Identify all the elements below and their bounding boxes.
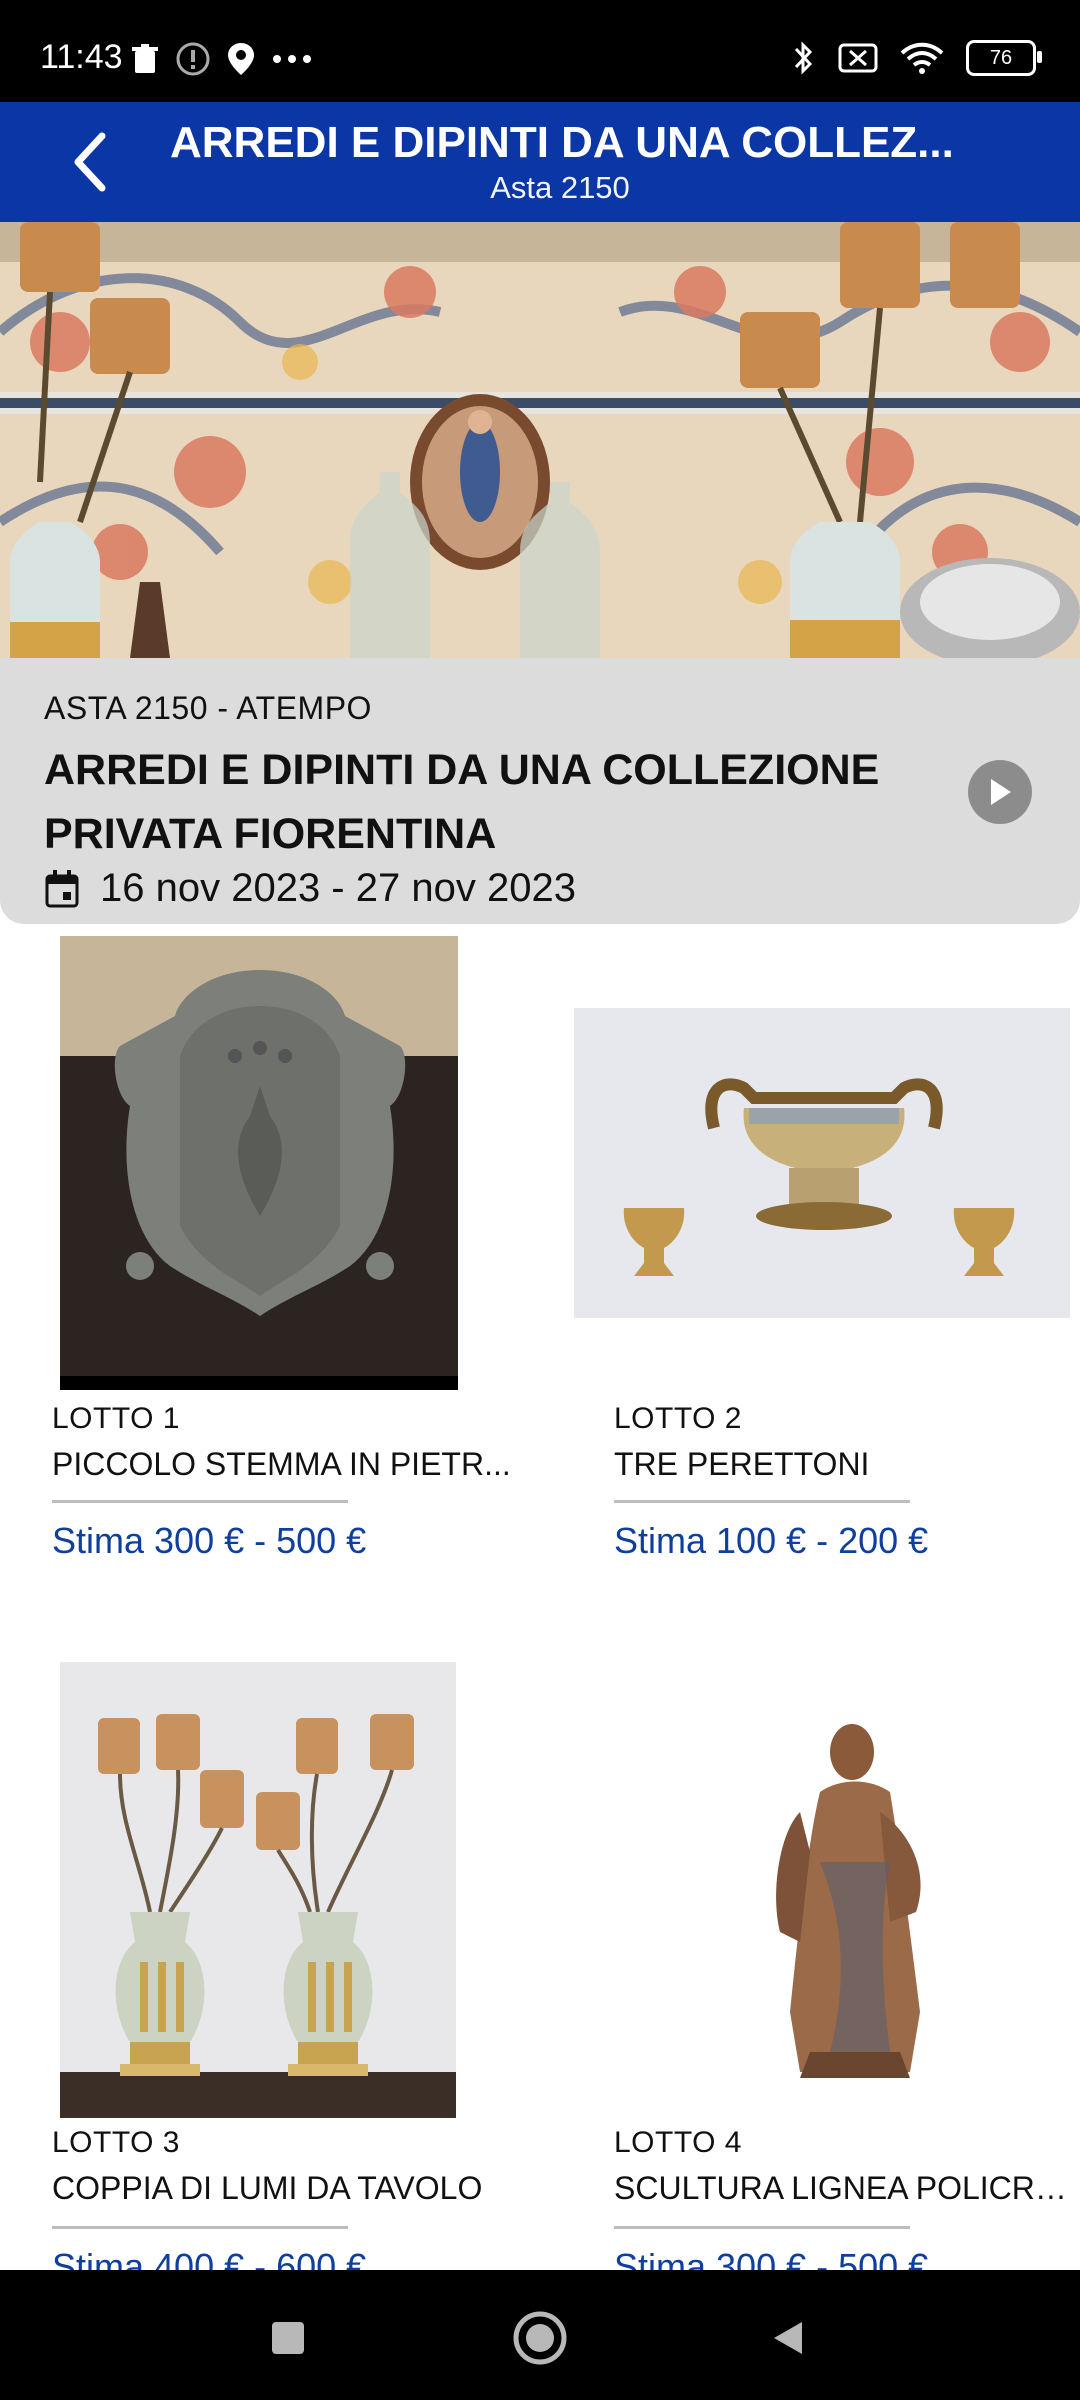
wooden-sculpture-image	[740, 1712, 960, 2092]
play-icon	[991, 779, 1011, 805]
auction-dates: 16 nov 2023 - 27 nov 2023	[44, 866, 576, 911]
home-circle-icon	[513, 2311, 567, 2365]
home-button[interactable]	[510, 2308, 570, 2368]
lot-image[interactable]	[60, 936, 458, 1390]
trash-notification-icon	[132, 44, 158, 73]
square-icon	[272, 2322, 304, 2354]
lot-number: LOTTO 4	[614, 2126, 742, 2159]
play-button[interactable]	[968, 760, 1032, 824]
divider	[52, 2226, 348, 2229]
lot-card[interactable]: LOTTO 3 COPPIA DI LUMI DA TAVOLO Stima 4…	[0, 1650, 540, 2287]
divider	[614, 2226, 910, 2229]
auction-title: ARREDI E DIPINTI DA UNA COLLEZIONE PRIVA…	[44, 746, 880, 858]
vases-image	[574, 1008, 1070, 1318]
more-dots-icon	[273, 55, 311, 63]
divider	[52, 1500, 348, 1503]
app-bar: ARREDI E DIPINTI DA UNA COLLEZ... Asta 2…	[0, 102, 1080, 222]
lot-title: TRE PERETTONI	[614, 1446, 870, 1482]
lot-number: LOTTO 3	[52, 2126, 180, 2159]
location-icon	[228, 43, 254, 75]
auction-info-card[interactable]: ASTA 2150 - ATEMPO ARREDI E DIPINTI DA U…	[0, 658, 1080, 924]
recents-button[interactable]	[258, 2308, 318, 2368]
auction-date-range: 16 nov 2023 - 27 nov 2023	[100, 866, 576, 910]
page-title: ARREDI E DIPINTI DA UNA COLLEZ...	[170, 118, 954, 167]
status-bar: 11:43 76	[0, 0, 1080, 102]
bluetooth-icon	[794, 41, 813, 75]
lot-image[interactable]	[740, 1712, 960, 2092]
lot-card[interactable]: LOTTO 4 SCULTURA LIGNEA POLICRO... Stima…	[540, 1650, 1080, 2287]
lot-title: COPPIA DI LUMI DA TAVOLO	[52, 2170, 483, 2206]
stone-crest-image	[60, 936, 458, 1390]
lot-estimate: Stima 100 € - 200 €	[614, 1520, 929, 1561]
table-lamps-image	[60, 1662, 456, 2118]
status-icons-right: 76	[792, 40, 1042, 76]
back-nav-button[interactable]	[758, 2308, 818, 2368]
battery-level: 76	[989, 46, 1013, 69]
lot-number: LOTTO 1	[52, 1402, 180, 1435]
lot-card[interactable]: LOTTO 1 PICCOLO STEMMA IN PIETR... Stima…	[0, 924, 540, 1624]
sim-off-icon	[838, 43, 878, 73]
triangle-back-icon	[774, 2322, 802, 2354]
lot-image[interactable]	[574, 1008, 1070, 1318]
lot-number: LOTTO 2	[614, 1402, 742, 1435]
calendar-icon	[45, 869, 79, 907]
lot-title: PICCOLO STEMMA IN PIETR...	[52, 1446, 511, 1482]
auction-kicker: ASTA 2150 - ATEMPO	[44, 690, 372, 726]
system-navigation-bar	[0, 2270, 1080, 2400]
lot-image[interactable]	[60, 1662, 456, 2118]
alert-notification-icon	[176, 42, 210, 76]
auction-hero-image	[0, 222, 1080, 658]
wifi-icon	[900, 42, 944, 74]
status-icons-left	[132, 42, 312, 76]
lot-card[interactable]: LOTTO 2 TRE PERETTONI Stima 100 € - 200 …	[540, 924, 1080, 1624]
divider	[614, 1500, 910, 1503]
fresco-illustration	[0, 222, 1080, 658]
lot-estimate: Stima 300 € - 500 €	[52, 1520, 367, 1561]
status-time: 11:43	[40, 38, 123, 76]
lot-title: SCULTURA LIGNEA POLICRO...	[614, 2170, 1074, 2206]
battery-indicator: 76	[966, 40, 1042, 76]
page-subtitle: Asta 2150	[490, 170, 630, 205]
